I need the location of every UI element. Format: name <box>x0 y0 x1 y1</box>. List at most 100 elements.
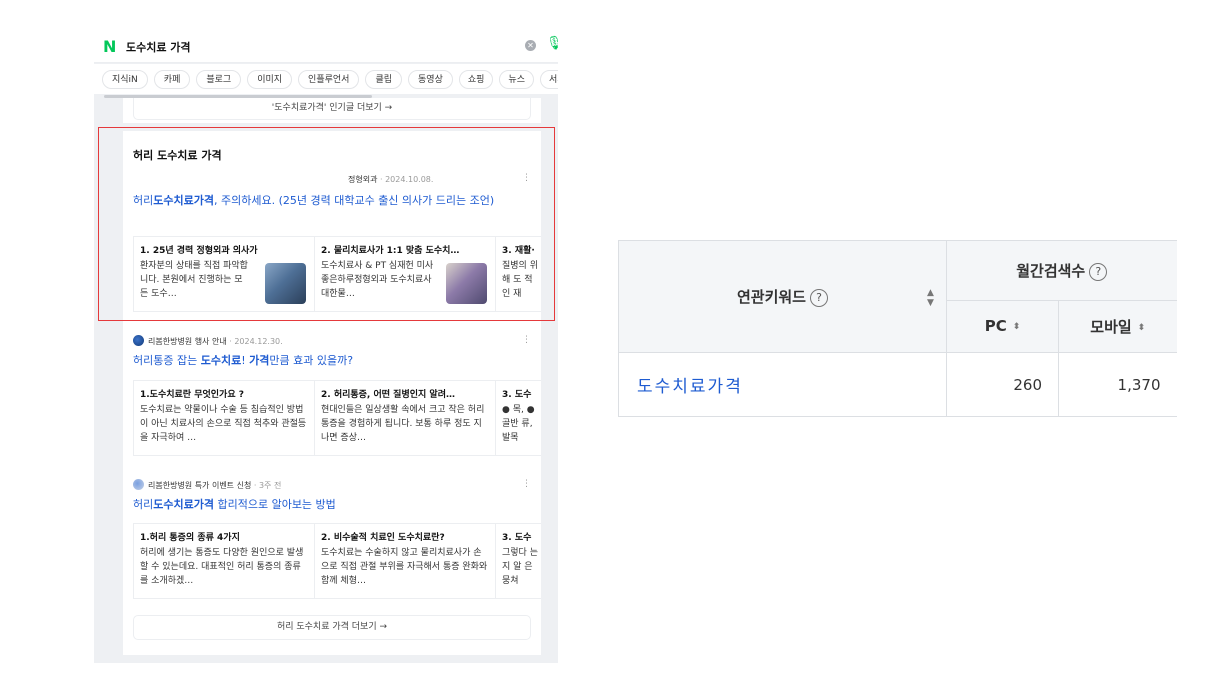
tab-video[interactable]: 동영상 <box>408 70 453 89</box>
post-title-part: 허리통증 잡는 <box>133 354 201 367</box>
subcard[interactable]: 1.허리 통증의 종류 4가지 허리에 생기는 통증도 다양한 원인으로 발생할… <box>133 523 314 599</box>
post-title-keyword: 도수치료 <box>200 354 242 367</box>
subcard-body: ● 목, ● 골반 류, 발목 <box>502 405 535 443</box>
results-card: 허리 도수치료 가격 정형외과 · 2024.10.08. ⋮ 허리도수치료가격… <box>123 131 541 655</box>
keyword-table: 연관키워드? ▲ ▼ 월간검색수? PC ⬍ 모바일 ⬍ 도수치료가격 260 1,3… <box>618 240 1177 417</box>
section-more-button[interactable]: 허리 도수치료 가격 더보기 → <box>133 615 531 640</box>
subcard-title: 2. 물리치료사가 1:1 맞춤 도수치… <box>321 246 460 256</box>
subcard-body: 도수치료는 수술하지 않고 물리치료사가 손으로 직접 관절 부위를 자극해서 … <box>321 548 488 586</box>
subcard-title: 3. 도수 <box>502 390 532 400</box>
subcard-title: 1.허리 통증의 종류 4가지 <box>140 533 240 543</box>
post-author[interactable]: 리봄한방병원 행사 안내 <box>148 337 227 346</box>
keyword-header-label: 연관키워드 <box>736 288 806 306</box>
subcard[interactable]: 3. 재활· 질병의 위해 도 적인 재 <box>495 236 541 312</box>
help-icon[interactable]: ? <box>1089 262 1108 281</box>
sort-icon[interactable]: ▲ ▼ <box>927 288 934 308</box>
pc-header-label: PC <box>984 317 1007 336</box>
popular-more-card: '도수치료가격' 인기글 더보기 → <box>123 98 541 123</box>
post-subcards: 1.허리 통증의 종류 4가지 허리에 생기는 통증도 다양한 원인으로 발생할… <box>133 523 541 599</box>
keyword-cell[interactable]: 도수치료가격 <box>618 352 947 417</box>
mobile-count-cell: 1,370 <box>1058 352 1177 417</box>
subcard-body: 그렇다 는지 알 은 뭉쳐 <box>502 548 538 586</box>
subcard[interactable]: 2. 비수술적 치료인 도수치료란? 도수치료는 수술하지 않고 물리치료사가 … <box>314 523 495 599</box>
screenshot-stage: N 도수치료 가격 ✕ 🎙 지식iN 카페 블로그 이미지 인플루언서 클립 동영상 쇼핑 뉴스… <box>0 0 1213 679</box>
search-bar: N 도수치료 가격 ✕ 🎙 <box>94 29 558 63</box>
tab-jisikin[interactable]: 지식iN <box>102 70 148 89</box>
subcard[interactable]: 2. 물리치료사가 1:1 맞춤 도수치… 도수치료사 & PT 심재헌 미사좋… <box>314 236 495 312</box>
subcard[interactable]: 3. 도수 그렇다 는지 알 은 뭉쳐 <box>495 523 541 599</box>
tab-more[interactable]: 서지 <box>539 70 558 89</box>
monthly-search-label: 월간검색수 <box>1016 261 1086 280</box>
monthly-search-header: 월간검색수? <box>946 240 1177 301</box>
tab-shopping[interactable]: 쇼핑 <box>458 70 494 89</box>
subcard[interactable]: 1.도수치료란 무엇인가요 ? 도수치료는 약물이나 수술 등 침습적인 방법이… <box>133 380 314 456</box>
subcard-title: 1. 25년 경력 정형외과 의사가 <box>140 246 258 256</box>
subcard-title: 3. 재활· <box>502 246 535 256</box>
clear-icon[interactable]: ✕ <box>525 40 536 51</box>
subcard-body: 도수치료는 약물이나 수술 등 침습적인 방법이 아닌 치료사의 손으로 직접 … <box>140 405 307 443</box>
subcard-body: 현대인들은 일상생활 속에서 크고 작은 허리 통증을 경험하게 됩니다. 보통… <box>321 405 485 443</box>
subcard[interactable]: 3. 도수 ● 목, ● 골반 류, 발목 <box>495 380 541 456</box>
post-title-part: 허리 <box>133 194 154 207</box>
subcard[interactable]: 1. 25년 경력 정형외과 의사가 환자분의 상태를 직접 파악합니다. 본원… <box>133 236 314 312</box>
table-row: 도수치료가격 260 1,370 <box>618 352 1177 417</box>
post-author[interactable]: 리봄한방병원 특가 이벤트 신청 <box>148 481 251 490</box>
mobile-header-label: 모바일 <box>1090 317 1132 336</box>
post-title-link[interactable]: 허리도수치료가격, 주의하세요. (25년 경력 대학교수 출신 의사가 드리는… <box>133 193 533 208</box>
post-meta: 정형외과 · 2024.10.08. <box>348 174 433 185</box>
subcard-title: 3. 도수 <box>502 533 532 543</box>
help-icon[interactable]: ? <box>810 289 828 307</box>
post-title-keyword: 도수치료가격 <box>153 498 214 511</box>
post-title-part: 합리적으로 알아보는 방법 <box>213 498 336 511</box>
search-input[interactable]: 도수치료 가격 <box>126 39 191 55</box>
subcard-body: 질병의 위해 도 적인 재 <box>502 261 538 299</box>
microphone-icon[interactable]: 🎙 <box>546 36 558 51</box>
sort-icon[interactable]: ⬍ <box>1138 323 1146 333</box>
search-tabs: 지식iN 카페 블로그 이미지 인플루언서 클립 동영상 쇼핑 뉴스 서지 <box>94 64 558 94</box>
tab-image[interactable]: 이미지 <box>247 70 293 89</box>
post-title-part: ! <box>241 354 250 367</box>
naver-logo[interactable]: N <box>103 37 116 56</box>
more-options-icon[interactable]: ⋮ <box>522 173 531 183</box>
subcard-title: 2. 비수술적 치료인 도수치료란? <box>321 533 445 543</box>
pc-count-cell: 260 <box>946 352 1059 417</box>
mobile-search-panel: N 도수치료 가격 ✕ 🎙 지식iN 카페 블로그 이미지 인플루언서 클립 동영상 쇼핑 뉴스… <box>94 29 558 663</box>
tab-news[interactable]: 뉴스 <box>499 70 534 89</box>
popular-more-button[interactable]: '도수치료가격' 인기글 더보기 → <box>133 98 531 120</box>
post-title-part: 허리 <box>133 498 154 511</box>
post-meta: 리봄한방병원 특가 이벤트 신청 · 3주 전 <box>133 479 281 491</box>
post-title-link[interactable]: 허리통증 잡는 도수치료! 가격만큼 효과 있을까? <box>133 353 533 368</box>
subcard-title: 1.도수치료란 무엇인가요 ? <box>140 390 244 400</box>
blog-avatar[interactable] <box>133 479 144 490</box>
post-author[interactable]: 정형외과 <box>348 175 377 184</box>
tab-influencer[interactable]: 인플루언서 <box>298 70 360 89</box>
subcard-thumbnail <box>265 263 306 304</box>
pc-header[interactable]: PC ⬍ <box>946 299 1059 354</box>
post-date: · 2024.10.08. <box>380 175 434 184</box>
subcard-body: 도수치료사 & PT 심재헌 미사좋은하루정형외과 도수치료사 대한물… <box>321 261 434 299</box>
tab-blog[interactable]: 블로그 <box>196 70 242 89</box>
tab-clip[interactable]: 클립 <box>365 70 403 89</box>
keyword-header[interactable]: 연관키워드? ▲ ▼ <box>618 240 947 353</box>
post-subcards: 1. 25년 경력 정형외과 의사가 환자분의 상태를 직접 파악합니다. 본원… <box>133 236 541 312</box>
post-title-link[interactable]: 허리도수치료가격 합리적으로 알아보는 방법 <box>133 497 533 512</box>
post-subcards: 1.도수치료란 무엇인가요 ? 도수치료는 약물이나 수술 등 침습적인 방법이… <box>133 380 541 456</box>
subcard-title: 2. 허리통증, 어떤 질병인지 알려… <box>321 390 455 400</box>
sort-icon[interactable]: ⬍ <box>1013 322 1021 332</box>
post-meta: 리봄한방병원 행사 안내 · 2024.12.30. <box>133 335 283 347</box>
post-date: · 3주 전 <box>253 481 282 490</box>
more-options-icon[interactable]: ⋮ <box>522 335 531 345</box>
post-title-keyword: 가격 <box>249 354 270 367</box>
more-options-icon[interactable]: ⋮ <box>522 479 531 489</box>
tab-cafe[interactable]: 카페 <box>153 70 191 89</box>
post-title-keyword: 도수치료가격 <box>153 194 214 207</box>
mobile-header[interactable]: 모바일 ⬍ <box>1058 299 1177 354</box>
post-date: · 2024.12.30. <box>229 337 283 346</box>
subcard-body: 허리에 생기는 통증도 다양한 원인으로 발생할 수 있는데요. 대표적인 허리… <box>140 548 304 586</box>
subcard-body: 환자분의 상태를 직접 파악합니다. 본원에서 진행하는 모든 도수… <box>140 261 248 299</box>
subcard[interactable]: 2. 허리통증, 어떤 질병인지 알려… 현대인들은 일상생활 속에서 크고 작… <box>314 380 495 456</box>
subcard-thumbnail <box>446 263 487 304</box>
blog-avatar[interactable] <box>133 335 144 346</box>
section-title: 허리 도수치료 가격 <box>133 149 222 162</box>
post-title-part: , 주의하세요. (25년 경력 대학교수 출신 의사가 드리는 조언) <box>213 194 495 207</box>
